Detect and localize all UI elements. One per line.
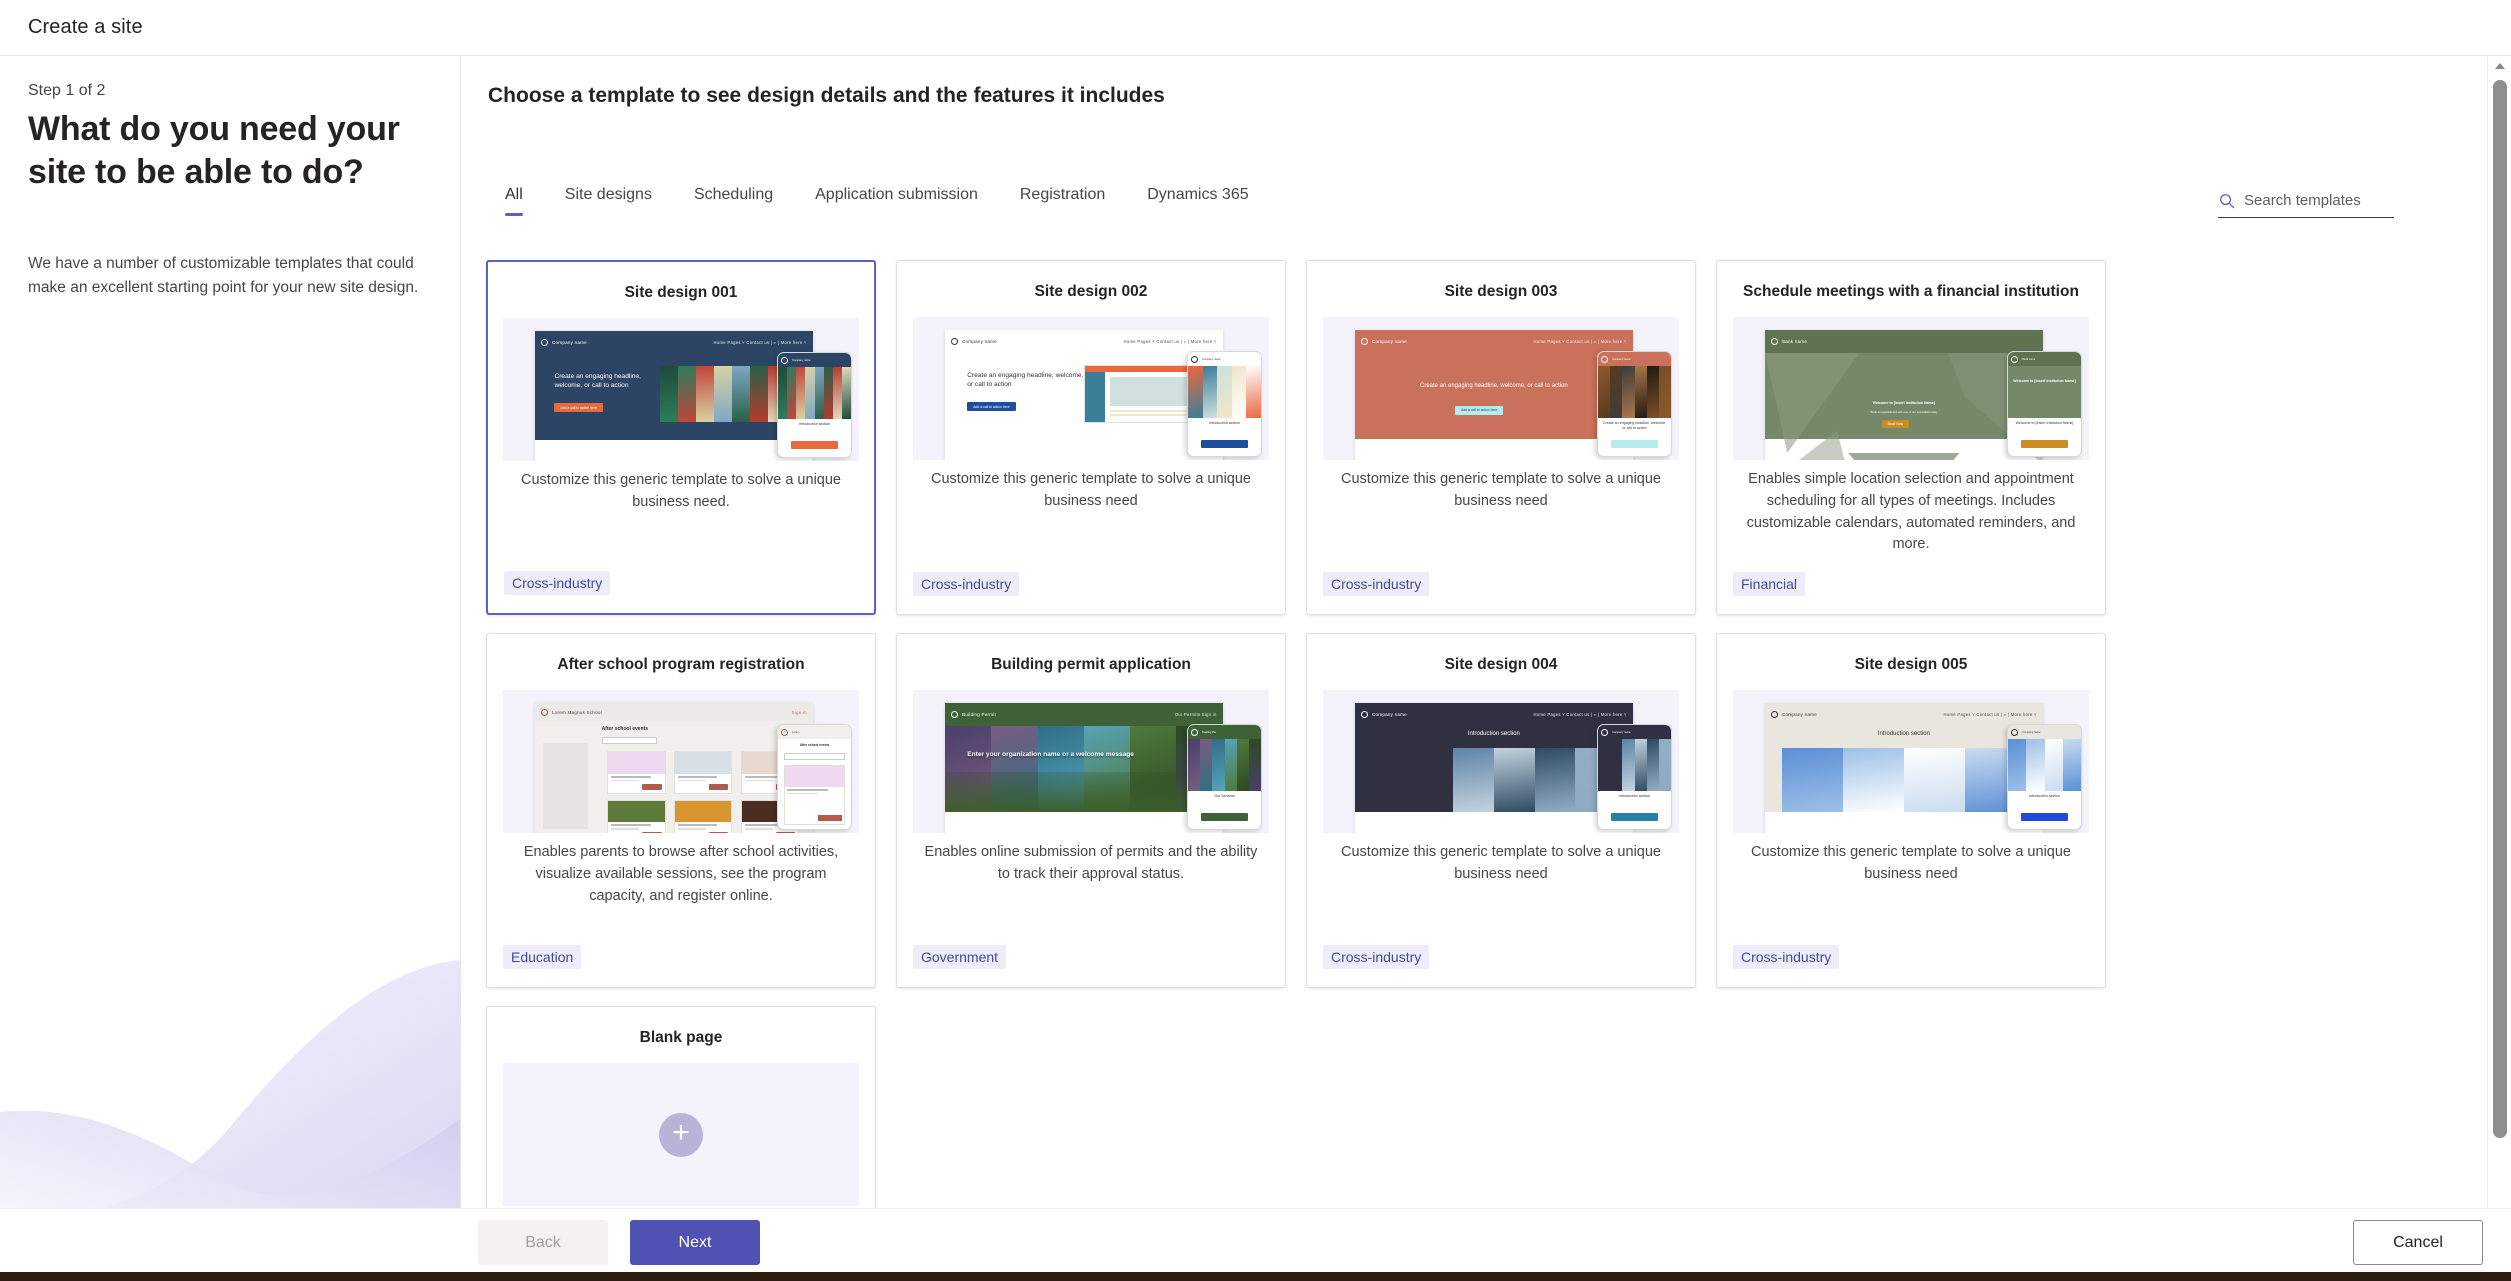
template-card[interactable]: Building permit application Building Perm… [896,633,1286,988]
template-category-tag: Cross-industry [504,571,611,595]
back-button[interactable]: Back [478,1220,608,1265]
template-card-description: Enables simple location selection and ap… [1746,471,2076,553]
search-templates-box[interactable] [2218,184,2394,218]
search-icon [2220,193,2235,208]
template-thumbnail: Company name Home Pages ˅ Contact us | ⌕ … [1733,690,2089,833]
template-browser-heading: Choose a template to see design details … [488,84,1165,107]
template-thumbnail: Lorem Magnus School Sign in After school e… [503,690,859,833]
template-card-title: Building permit application [991,656,1191,673]
template-card-description: Customize this generic template to solve… [931,471,1251,509]
template-card-title: Blank page [639,1029,723,1046]
template-thumbnail: Company name Home Pages ˅ Contact us | ⌕ … [1323,317,1679,460]
template-thumbnail: Building Permit Our Permits Sign in Enter … [913,690,1269,833]
template-thumbnail: Company name Home Pages ˅ Contact us | ⌕ … [1323,690,1679,833]
tab-dynamics-365[interactable]: Dynamics 365 [1126,186,1269,216]
template-card-title: Site design 003 [1444,283,1558,300]
template-card-description: Customize this generic template to solve… [1341,471,1661,509]
template-card[interactable]: Site design 005 Company name Home Pages ˅ … [1716,633,2106,988]
sidebar-description: We have a number of customizable templat… [28,255,419,297]
template-card[interactable]: Site design 003 Company name Home Pages ˅ … [1306,260,1696,615]
template-browser: Choose a template to see design details … [462,56,2480,1252]
cancel-button[interactable]: Cancel [2353,1220,2483,1265]
template-card[interactable]: After school program registration Lorem M… [486,633,876,988]
template-card-title: Site design 005 [1854,656,1968,673]
template-category-tag: Cross-industry [1323,572,1430,596]
step-indicator: Step 1 of 2 [28,82,106,99]
wizard-footer: Back Next Cancel [0,1208,2511,1273]
template-card-title: Schedule meetings with a financial insti… [1743,283,2079,300]
template-category-tag: Education [503,945,582,969]
vertical-scrollbar[interactable] [2487,56,2511,1252]
tab-scheduling[interactable]: Scheduling [673,186,794,216]
wizard-sidebar: Step 1 of 2 What do you need your site t… [0,56,461,1252]
template-card-description: Customize this generic template to solve… [521,472,841,510]
window-title: Create a site [28,16,143,38]
browser-chrome-strip [0,1272,2511,1281]
create-site-dialog: Create a site Step 1 of 2 What do you ne… [0,0,2511,1281]
scroll-up-arrow[interactable] [2488,56,2511,76]
template-card-description: Enables online submission of permits and… [924,844,1258,882]
template-category-tag: Cross-industry [1323,945,1430,969]
template-category-tag: Government [913,945,1007,969]
plus-icon: + [659,1112,703,1157]
template-card-title: Site design 002 [1034,283,1148,300]
category-tabs: All Site designs Scheduling Application … [484,186,1270,216]
search-input[interactable] [2244,192,2394,209]
tab-all[interactable]: All [484,186,544,216]
next-button[interactable]: Next [630,1220,760,1265]
template-category-tag: Cross-industry [1733,945,1840,969]
template-card-title: Site design 004 [1444,656,1558,673]
template-category-tag: Cross-industry [913,572,1020,596]
template-thumbnail: + [503,1063,859,1206]
tab-registration[interactable]: Registration [999,186,1126,216]
template-thumbnail: Company name Home Pages ˅ Contact us | ⌕ … [503,318,859,461]
template-card-description: Enables parents to browse after school a… [523,844,839,904]
template-thumbnail: Bank name Welcome to [Insert Institution … [1733,317,2089,460]
window-titlebar: Create a site [0,0,2511,56]
template-card-description: Customize this generic template to solve… [1341,844,1661,882]
template-card-title: Site design 001 [624,284,738,301]
template-thumbnail: Company name Home Pages ˅ Contact us | ⌕ … [913,317,1269,460]
template-card[interactable]: Site design 001 Company name Home Pages ˅ … [486,260,876,615]
tab-application-submission[interactable]: Application submission [794,186,999,216]
decorative-wave-graphic [0,922,460,1252]
template-category-tag: Financial [1733,572,1806,596]
template-card-title: After school program registration [557,656,805,673]
template-card[interactable]: Schedule meetings with a financial insti… [1716,260,2106,615]
page-title: What do you need your site to be able to… [28,110,400,191]
template-card[interactable]: Site design 002 Company name Home Pages ˅ … [896,260,1286,615]
template-card[interactable]: Site design 004 Company name Home Pages ˅ … [1306,633,1696,988]
scrollbar-thumb[interactable] [2493,80,2507,1138]
template-card-grid: Site design 001 Company name Home Pages ˅ … [486,260,2126,1252]
tab-site-designs[interactable]: Site designs [544,186,673,216]
template-card-description: Customize this generic template to solve… [1751,844,2071,882]
